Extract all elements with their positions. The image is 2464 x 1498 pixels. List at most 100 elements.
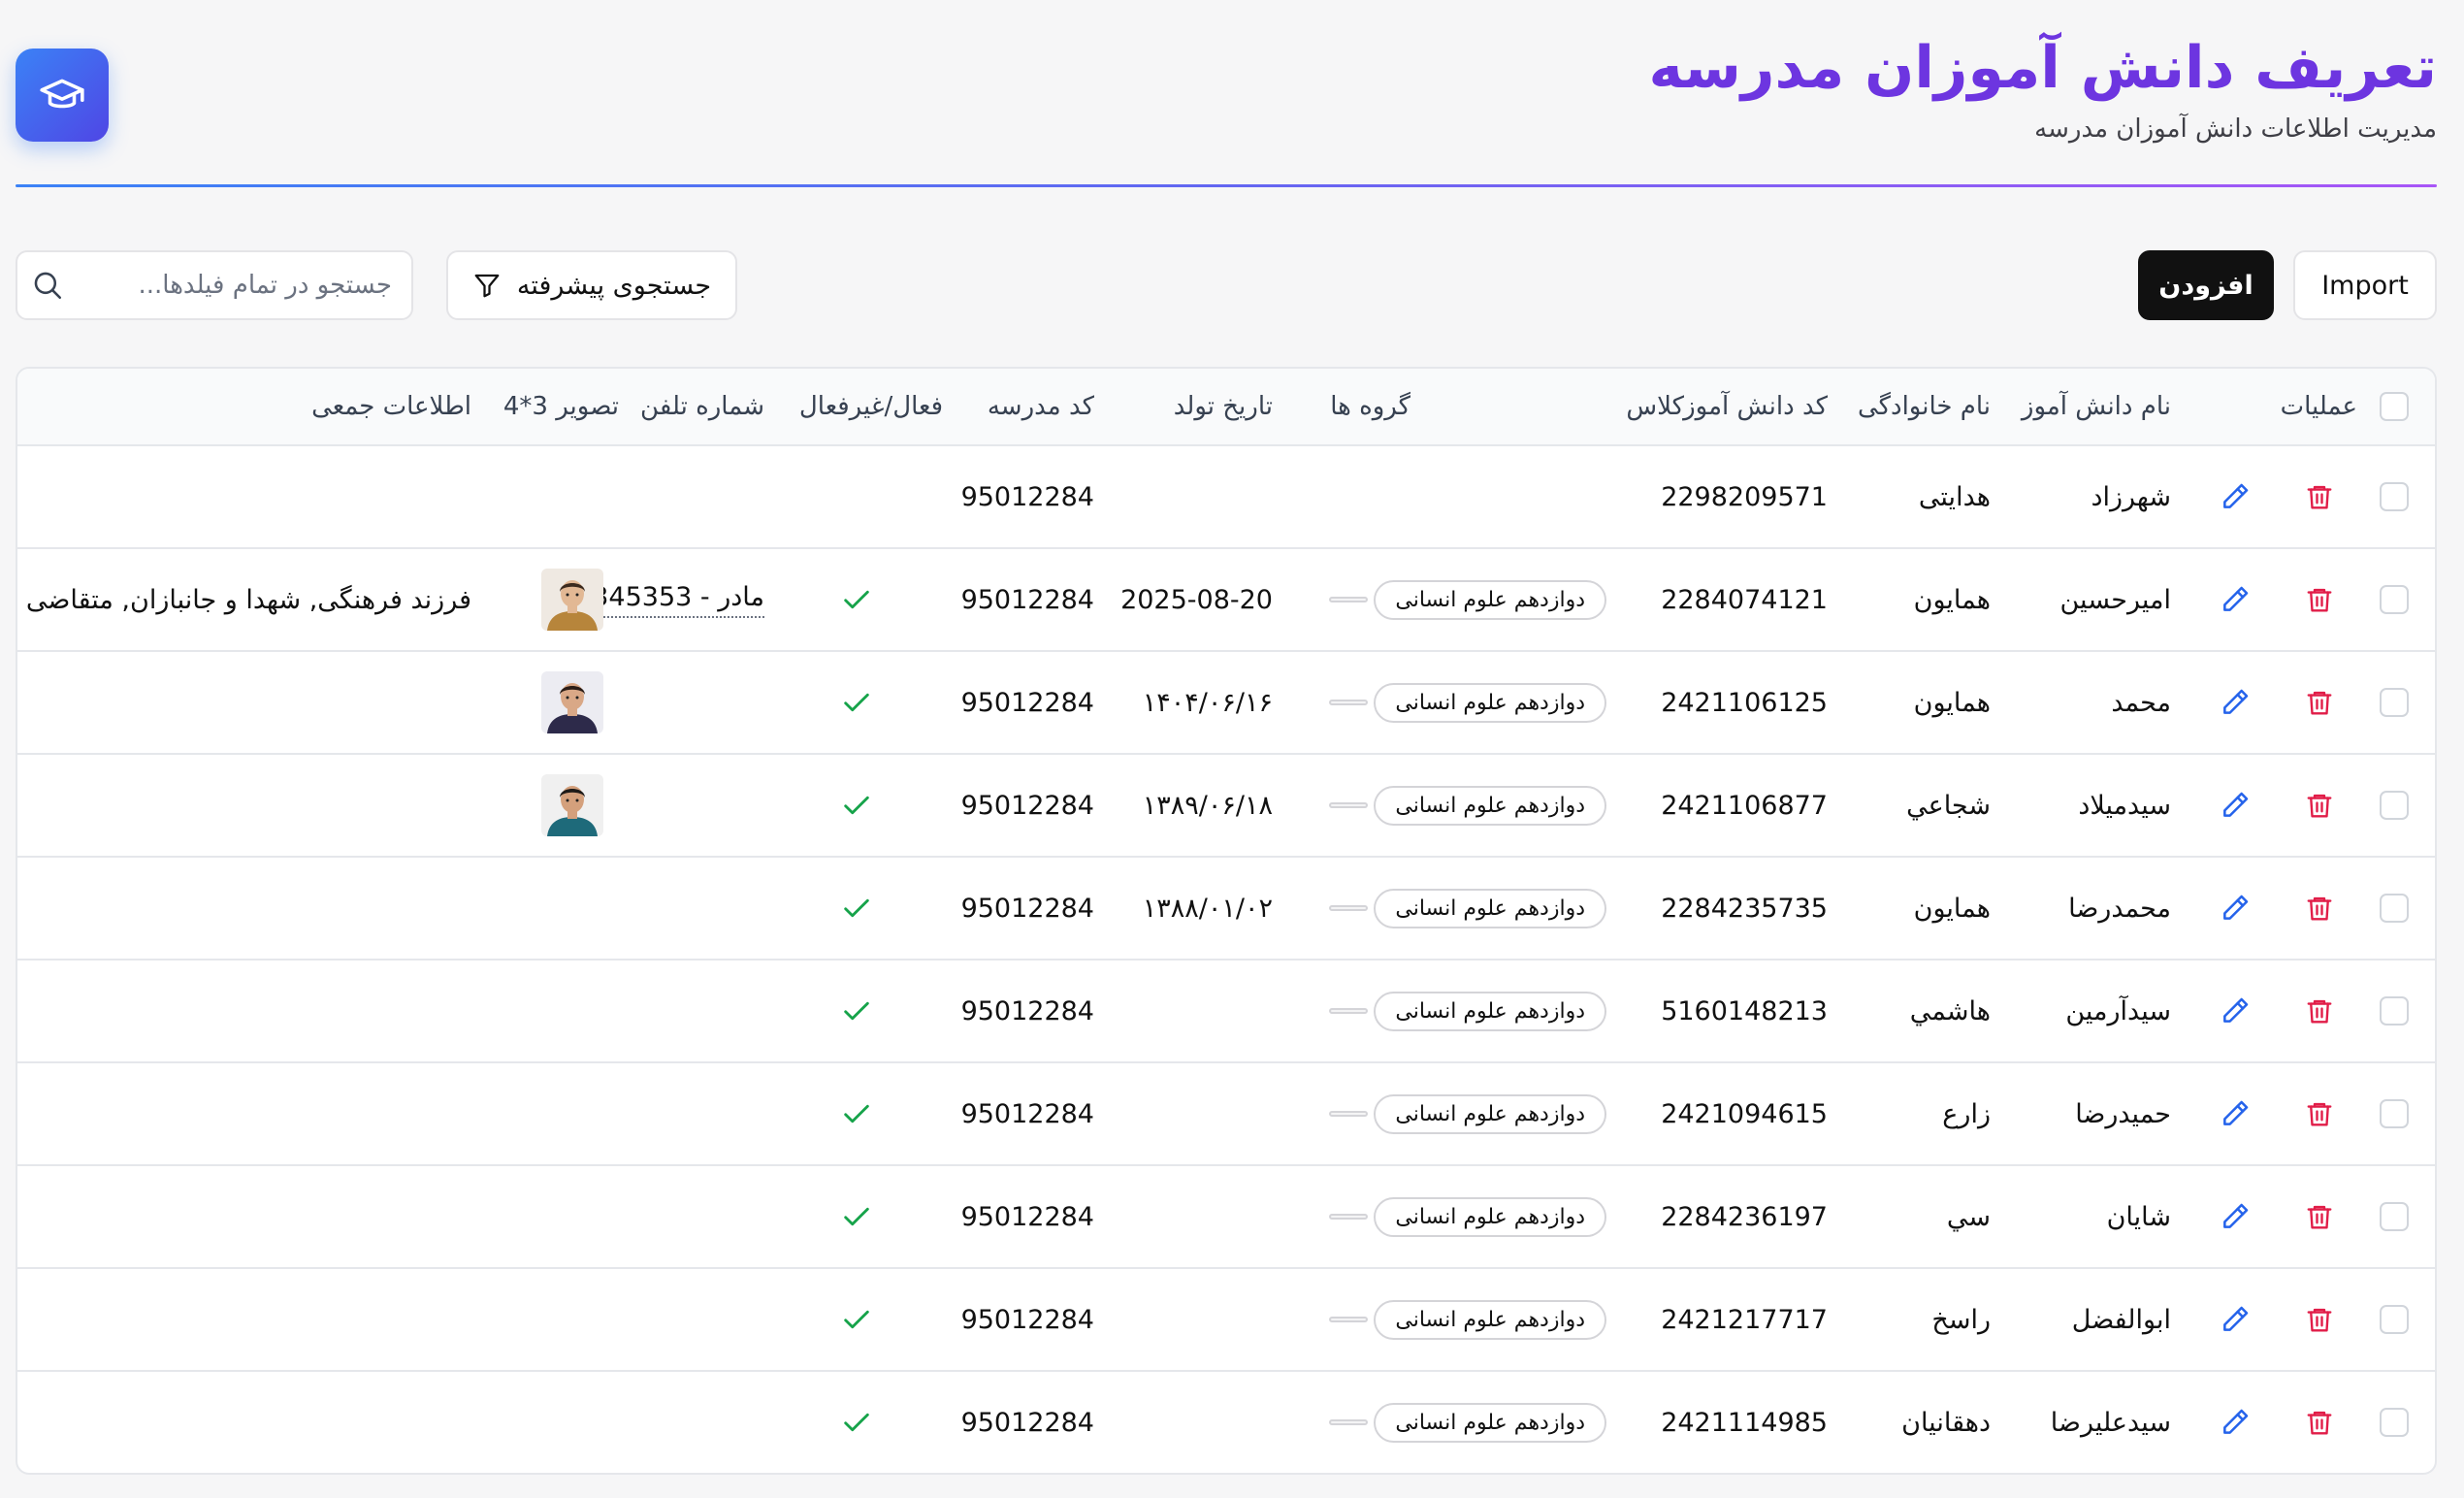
- col-active[interactable]: فعال/غیرفعال: [799, 369, 943, 444]
- edit-icon[interactable]: [2220, 755, 2251, 856]
- row-select-cell: [2377, 1166, 2412, 1267]
- school-code-cell: 95012284: [960, 687, 1094, 718]
- col-school-code[interactable]: کد مدرسه: [988, 369, 1094, 444]
- row-checkbox[interactable]: [2380, 791, 2409, 820]
- student-photo[interactable]: [541, 755, 603, 856]
- row-select-cell: [2377, 1372, 2412, 1473]
- row-checkbox[interactable]: [2380, 1202, 2409, 1231]
- phone-cell[interactable]: مادر - 345353: [592, 549, 764, 650]
- birth-date-cell: ۱۳۸۸/۰۱/۰۲: [1142, 893, 1273, 924]
- class-cell: دوازدهم علوم انسانی: [1374, 1269, 1606, 1370]
- edit-icon[interactable]: [2220, 549, 2251, 650]
- delete-icon[interactable]: [2305, 549, 2334, 650]
- page-title: تعریف دانش آموزان مدرسه: [1648, 34, 2437, 102]
- table-row: شهرزاد هدایتی 2298209571 95012284: [17, 446, 2435, 549]
- class-badge: دوازدهم علوم انسانی: [1374, 991, 1606, 1031]
- active-check-icon: [840, 961, 873, 1061]
- advanced-search-button[interactable]: جستجوی پیشرفته: [446, 250, 737, 320]
- row-checkbox[interactable]: [2380, 1099, 2409, 1128]
- delete-icon[interactable]: [2305, 1372, 2334, 1473]
- first-name-cell: حمیدرضا: [2075, 1098, 2171, 1129]
- empty-groups-indicator: [1329, 1317, 1368, 1322]
- edit-icon[interactable]: [2220, 1063, 2251, 1164]
- delete-icon[interactable]: [2305, 652, 2334, 753]
- row-select-cell: [2377, 961, 2412, 1061]
- school-code-cell: 95012284: [960, 481, 1094, 512]
- edit-icon[interactable]: [2220, 1372, 2251, 1473]
- active-check-icon: [840, 755, 873, 856]
- row-select-cell: [2377, 549, 2412, 650]
- birth-date-cell: 2025-08-20: [1120, 584, 1273, 615]
- student-photo[interactable]: [541, 549, 603, 650]
- school-code-cell: 95012284: [960, 584, 1094, 615]
- phone-link[interactable]: مادر - 345353: [592, 582, 764, 618]
- students-table: عملیات نام دانش آموز نام خانوادگی کد دان…: [16, 367, 2437, 1475]
- school-code-cell: 95012284: [960, 893, 1094, 924]
- student-code-cell: 2421114985: [1661, 1407, 1828, 1438]
- class-cell: دوازدهم علوم انسانی: [1374, 549, 1606, 650]
- add-button[interactable]: افزودن: [2138, 250, 2274, 320]
- edit-icon[interactable]: [2220, 961, 2251, 1061]
- col-class[interactable]: کلاس: [1626, 369, 1684, 444]
- col-groups[interactable]: گروه ها: [1330, 369, 1410, 444]
- select-all-checkbox[interactable]: [2380, 392, 2409, 421]
- groups-cell: [1329, 1063, 1368, 1164]
- active-check-icon: [840, 1269, 873, 1370]
- col-first-name[interactable]: نام دانش آموز: [2022, 369, 2171, 444]
- school-code-cell: 95012284: [960, 1407, 1094, 1438]
- student-code-cell: 2421106125: [1661, 687, 1828, 718]
- first-name-cell: شهرزاد: [2091, 481, 2171, 512]
- col-student-code[interactable]: کد دانش آموز: [1683, 369, 1828, 444]
- delete-icon[interactable]: [2305, 1063, 2334, 1164]
- table-row: شایان سي 2284236197 دوازدهم علوم انسانی 9501…: [17, 1166, 2435, 1269]
- row-select-cell: [2377, 1063, 2412, 1164]
- import-button[interactable]: Import: [2293, 250, 2437, 320]
- delete-icon[interactable]: [2305, 1166, 2334, 1267]
- col-demographic[interactable]: اطلاعات جمعی: [311, 369, 471, 444]
- empty-groups-indicator: [1329, 1111, 1368, 1117]
- class-badge: دوازدهم علوم انسانی: [1374, 1402, 1606, 1443]
- student-photo[interactable]: [541, 652, 603, 753]
- row-checkbox[interactable]: [2380, 585, 2409, 614]
- delete-icon[interactable]: [2305, 858, 2334, 959]
- delete-icon[interactable]: [2305, 961, 2334, 1061]
- delete-icon[interactable]: [2305, 446, 2334, 547]
- birth-date-cell: ۱۳۸۹/۰۶/۱۸: [1142, 790, 1273, 821]
- student-photo-image[interactable]: [541, 774, 603, 836]
- first-name-cell: محمدرضا: [2068, 893, 2171, 924]
- row-checkbox[interactable]: [2380, 894, 2409, 923]
- search-box[interactable]: [16, 250, 413, 320]
- student-photo-image[interactable]: [541, 671, 603, 733]
- edit-icon[interactable]: [2220, 858, 2251, 959]
- first-name-cell: سیدآرمین: [2065, 995, 2171, 1026]
- edit-icon[interactable]: [2220, 1269, 2251, 1370]
- search-input[interactable]: [78, 271, 392, 300]
- edit-icon[interactable]: [2220, 446, 2251, 547]
- row-select-cell: [2377, 446, 2412, 547]
- delete-icon[interactable]: [2305, 755, 2334, 856]
- page-header: تعریف دانش آموزان مدرسه مدیریت اطلاعات د…: [0, 0, 2464, 194]
- edit-icon[interactable]: [2220, 652, 2251, 753]
- col-last-name[interactable]: نام خانوادگی: [1858, 369, 1991, 444]
- row-checkbox[interactable]: [2380, 996, 2409, 1026]
- class-badge: دوازدهم علوم انسانی: [1374, 1093, 1606, 1134]
- col-birth-date[interactable]: تاریخ تولد: [1174, 369, 1273, 444]
- table-row: محمدرضا همایون 2284235735 دوازدهم علوم انسا…: [17, 858, 2435, 961]
- col-phone[interactable]: شماره تلفن: [640, 369, 764, 444]
- row-checkbox[interactable]: [2380, 1305, 2409, 1334]
- class-cell: دوازدهم علوم انسانی: [1374, 1063, 1606, 1164]
- demographic-info-cell: فرزند فرهنگی, شهدا و جانبازان, متقاضی: [25, 584, 471, 615]
- edit-icon[interactable]: [2220, 1166, 2251, 1267]
- table-row: محمد همایون 2421106125 دوازدهم علوم انسانی ۱…: [17, 652, 2435, 755]
- table-row: امیرحسین همایون 2284074121 دوازدهم علوم انس…: [17, 549, 2435, 652]
- row-select-cell: [2377, 1269, 2412, 1370]
- empty-groups-indicator: [1329, 1008, 1368, 1014]
- row-checkbox[interactable]: [2380, 688, 2409, 717]
- last-name-cell: همایون: [1913, 893, 1991, 924]
- col-photo[interactable]: تصویر 3*4: [503, 369, 619, 444]
- delete-icon[interactable]: [2305, 1269, 2334, 1370]
- search-icon: [31, 269, 64, 302]
- student-photo-image[interactable]: [541, 569, 603, 631]
- row-checkbox[interactable]: [2380, 1408, 2409, 1437]
- row-checkbox[interactable]: [2380, 482, 2409, 511]
